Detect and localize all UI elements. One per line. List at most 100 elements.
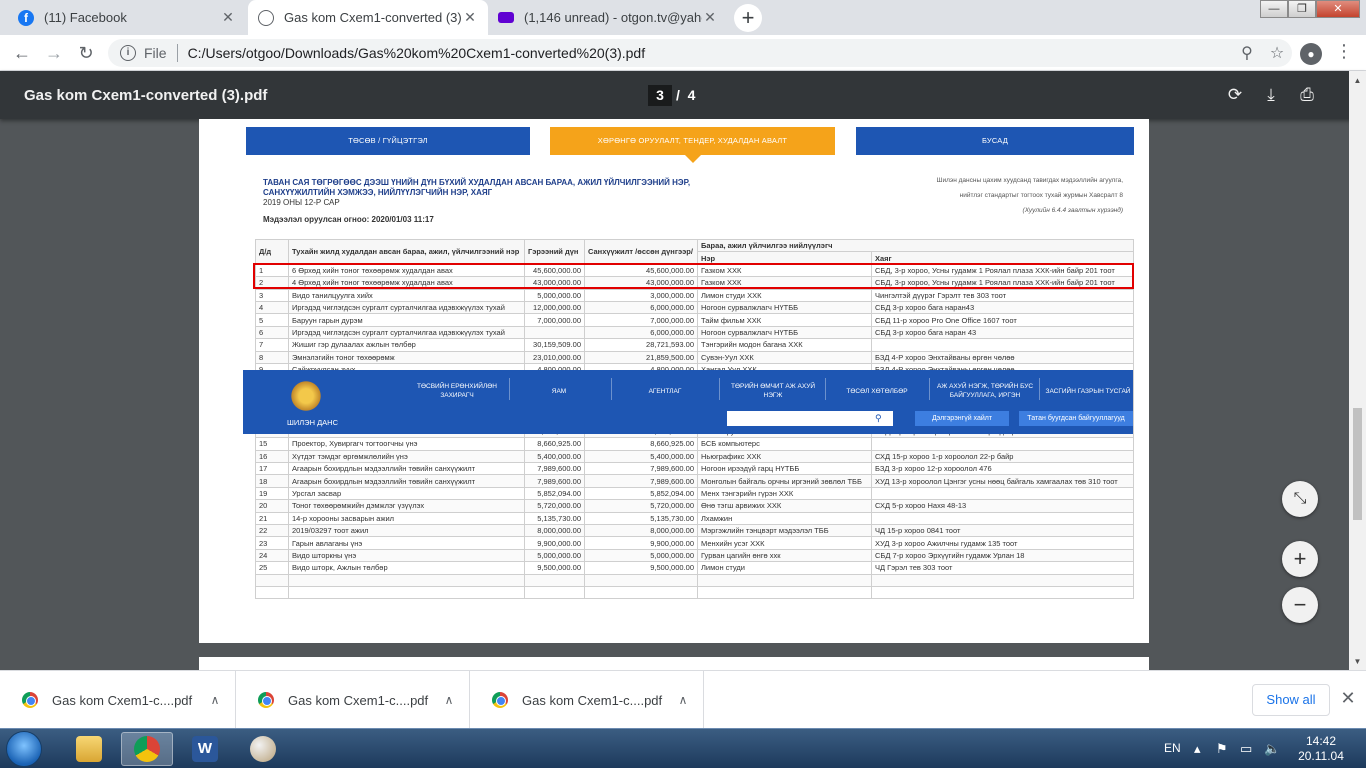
- action-center-icon[interactable]: ⚑: [1216, 741, 1228, 757]
- tab-title: Gas kom Cxem1-converted (3).pd: [284, 10, 462, 25]
- cell-item: Видо шторкны үнэ: [288, 548, 525, 563]
- rotate-icon[interactable]: ⟳: [1223, 83, 1247, 107]
- taskbar-chrome[interactable]: [121, 732, 173, 766]
- header-paid: Санхүүжилт /өссөн дүнгээр/: [584, 239, 698, 265]
- cell-supplier-address: [871, 573, 1134, 587]
- emblem-logo-icon: [290, 378, 322, 414]
- zoom-in-button[interactable]: +: [1282, 541, 1318, 577]
- new-tab-button[interactable]: +: [734, 4, 762, 32]
- chevron-up-icon[interactable]: ∧: [663, 693, 703, 707]
- clock[interactable]: 14:42 20.11.04: [1298, 734, 1344, 764]
- download-item[interactable]: Gas kom Cxem1-c....pdf ∧: [0, 671, 236, 729]
- close-tab-icon[interactable]: ✕: [462, 9, 478, 26]
- cell-item: Гарын авлаганы үнэ: [288, 536, 525, 550]
- download-item[interactable]: Gas kom Cxem1-c....pdf ∧: [470, 671, 704, 729]
- nav-notch: [685, 155, 701, 163]
- cell-item: Эмнэлэгийн тоног төхөөрөмж: [288, 350, 525, 364]
- close-tab-icon[interactable]: ✕: [220, 9, 236, 26]
- menu-budget-governor[interactable]: ТӨСВИЙН ЕРӨНХИЙЛӨН ЗАХИРАГЧ: [409, 378, 505, 404]
- profile-avatar-icon[interactable]: ●: [1300, 43, 1322, 65]
- tray-chevron-icon[interactable]: ▴: [1194, 741, 1201, 757]
- divider: [825, 378, 826, 400]
- cell-supplier-address: СБД 7-р хороо Эрхүүгийн гудамж Урлан 18: [871, 548, 1134, 563]
- tab-pdf[interactable]: Gas kom Cxem1-converted (3).pd ✕: [248, 0, 488, 35]
- cell-item: Тоног төхөөрөмжийн дэмжлэг үзүүлэх: [288, 499, 525, 513]
- tab-facebook[interactable]: f (11) Facebook ✕: [8, 0, 246, 35]
- cell-contract: 8,000,000.00: [524, 523, 585, 538]
- chevron-up-icon[interactable]: ∧: [429, 693, 469, 707]
- cell-contract: 23,010,000.00: [524, 350, 585, 364]
- menu-ngo-citizen[interactable]: АЖ АХУЙ НЭГЖ, ТӨРИЙН БУС БАЙГУУЛЛАГА, ИР…: [933, 378, 1037, 404]
- site-search-input[interactable]: ⚲: [727, 411, 893, 426]
- page-number-input[interactable]: 3: [648, 85, 672, 106]
- table-row: 18 Агаарын бохирдлын мэдээллийн төвийн са…: [255, 474, 1134, 488]
- network-icon[interactable]: ▭: [1240, 741, 1252, 757]
- cell-supplier-name: Тэнгэрийн модон багана ХХК: [697, 338, 872, 352]
- chrome-icon: [22, 692, 38, 708]
- paint-palette-icon: [250, 736, 276, 762]
- scroll-up-arrow[interactable]: ▲: [1351, 76, 1364, 85]
- divider: [1039, 378, 1040, 400]
- download-item[interactable]: Gas kom Cxem1-c....pdf ∧: [236, 671, 470, 729]
- advanced-search-button[interactable]: Дэлгэрэнгүй хайлт: [915, 411, 1009, 426]
- taskbar-word[interactable]: W: [179, 732, 231, 766]
- close-tab-icon[interactable]: ✕: [702, 9, 718, 26]
- cell-contract: 5,720,000.00: [524, 499, 585, 513]
- scrollbar-track[interactable]: [1349, 71, 1366, 670]
- cell-supplier-name: Гурван цагийн өнгө ххк: [697, 548, 872, 563]
- cell-supplier-name: [697, 573, 872, 587]
- taskbar-explorer[interactable]: [63, 732, 115, 766]
- liquidated-orgs-button[interactable]: Татан буугдсан байгууллагууд: [1019, 411, 1133, 426]
- cell-no: 7: [255, 338, 289, 352]
- download-icon[interactable]: ⤓: [1259, 83, 1283, 107]
- close-shelf-icon[interactable]: ✕: [1338, 688, 1358, 709]
- maximize-button[interactable]: ❐: [1288, 0, 1316, 18]
- print-icon[interactable]: ⎙: [1295, 83, 1319, 107]
- pdf-title: Gas kom Cxem1-converted (3).pdf: [24, 87, 268, 104]
- reload-button[interactable]: ↻: [72, 39, 100, 67]
- menu-project-program[interactable]: ТӨСӨЛ ХӨТӨЛБӨР: [829, 378, 925, 404]
- language-indicator[interactable]: EN: [1164, 741, 1181, 755]
- cell-supplier-name: Менх тэнгэрийн гүрэн ХХК: [697, 486, 872, 501]
- bookmark-star-icon[interactable]: ☆: [1262, 43, 1292, 63]
- cell-paid: 21,859,500.00: [584, 350, 698, 364]
- menu-state-owned[interactable]: ТӨРИЙН ӨМЧИТ АЖ АХУЙ НЭГЖ: [723, 378, 823, 404]
- header-supplier: Бараа, ажил үйлчилгээ нийлүүлэгч: [697, 238, 1134, 253]
- scroll-down-arrow[interactable]: ▼: [1351, 657, 1364, 666]
- url-text[interactable]: C:/Users/otgoo/Downloads/Gas%20kom%20Cxe…: [188, 45, 1232, 61]
- cell-supplier-name: Өнө тэгш арвижих ХХК: [697, 499, 872, 513]
- zoom-out-button[interactable]: −: [1282, 587, 1318, 623]
- cell-no: 20: [255, 499, 289, 513]
- search-icon[interactable]: ⚲: [875, 411, 887, 426]
- menu-agency[interactable]: АГЕНТЛАГ: [615, 378, 715, 404]
- cell-item: Урсгал засвар: [288, 486, 525, 501]
- cell-paid: 5,400,000.00: [584, 449, 698, 464]
- menu-ministry[interactable]: ЯАМ: [511, 378, 607, 404]
- cell-item: Хүтдэт тэмдэг өргөмжлөлийн үнэ: [288, 449, 525, 464]
- menu-kebab-icon[interactable]: ⋮: [1334, 41, 1354, 62]
- address-bar[interactable]: i File C:/Users/otgoo/Downloads/Gas%20ko…: [108, 39, 1292, 67]
- cell-item: [288, 585, 525, 600]
- forward-button[interactable]: →: [40, 39, 68, 67]
- scrollbar-thumb[interactable]: [1353, 408, 1362, 520]
- cell-contract: 7,989,600.00: [524, 474, 585, 488]
- chevron-up-icon[interactable]: ∧: [195, 693, 235, 707]
- table-row: 17 Агаарын бохирдлын мэдээллийн төвийн са…: [255, 462, 1134, 476]
- taskbar-paint[interactable]: [237, 732, 289, 766]
- globe-icon: [258, 9, 274, 26]
- back-button[interactable]: ←: [8, 39, 36, 67]
- fit-page-button[interactable]: ⤡: [1282, 481, 1318, 517]
- show-all-button[interactable]: Show all: [1252, 684, 1330, 716]
- info-icon[interactable]: i: [120, 45, 136, 61]
- start-button[interactable]: [6, 731, 42, 767]
- close-window-button[interactable]: ✕: [1316, 0, 1360, 18]
- table-row: 22 2019/03297 тоот ажил 8,000,000.00 8,000,…: [255, 523, 1134, 538]
- volume-icon[interactable]: 🔈: [1264, 741, 1280, 757]
- folder-icon: [76, 736, 102, 762]
- menu-government-special[interactable]: ЗАСГИЙН ГАЗРЫН ТУСГАЙ: [1043, 378, 1133, 404]
- zoom-icon[interactable]: ⚲: [1232, 43, 1262, 63]
- cell-supplier-address: ЧД Гэрэл тев 303 тоот: [871, 561, 1134, 575]
- tab-yahoo-mail[interactable]: (1,146 unread) - otgon.tv@yahoo ✕: [488, 0, 728, 35]
- minimize-button[interactable]: —: [1260, 0, 1288, 18]
- table-row: 24 Видо шторкны үнэ 5,000,000.00 5,000,000.…: [255, 548, 1134, 563]
